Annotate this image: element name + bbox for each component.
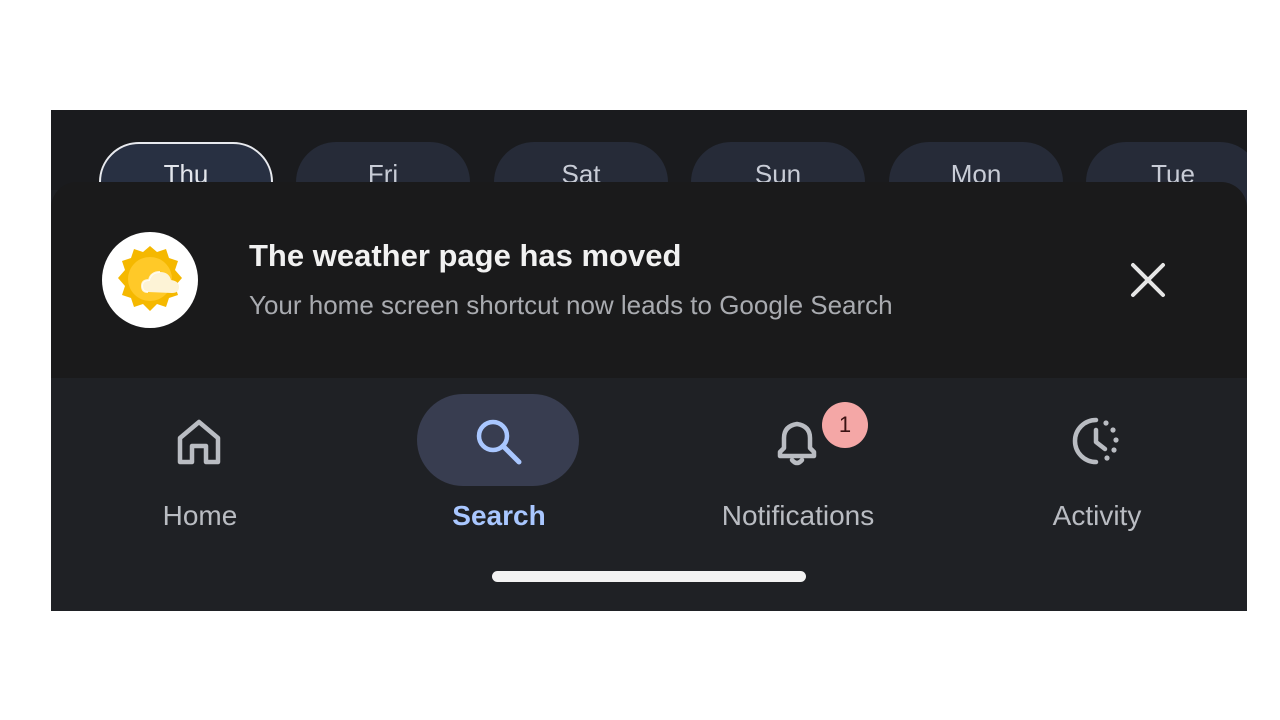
search-icon	[476, 419, 522, 465]
close-button[interactable]	[1122, 254, 1174, 306]
banner-subtitle: Your home screen shortcut now leads to G…	[249, 290, 893, 320]
nav-activity-label: Activity	[1052, 500, 1142, 531]
gesture-home-indicator[interactable]	[492, 571, 806, 582]
nav-search-label: Search	[452, 500, 546, 531]
weather-sun-cloud-icon	[118, 246, 182, 311]
nav-notifications-label: Notifications	[721, 500, 875, 531]
moved-notice-banner: The weather page has moved Your home scr…	[51, 182, 1247, 378]
notification-badge: 1	[822, 402, 868, 448]
activity-clock-icon	[1072, 417, 1119, 465]
bell-icon	[777, 421, 817, 466]
close-icon	[1131, 263, 1165, 297]
nav-search[interactable]: Search	[379, 394, 619, 544]
nav-notifications[interactable]: 1 Notifications	[678, 394, 918, 544]
nav-home[interactable]: Home	[80, 394, 320, 544]
bottom-navigation: Home Search 1 Notifications Activity	[51, 378, 1247, 611]
weather-logo	[102, 232, 198, 328]
nav-home-label: Home	[162, 500, 238, 531]
day-selector: Thu Fri Sat Sun Mon Tue	[51, 110, 1247, 222]
banner-title: The weather page has moved	[249, 238, 682, 273]
home-icon	[177, 419, 221, 465]
nav-activity[interactable]: Activity	[977, 394, 1217, 544]
app-screen: Thu Fri Sat Sun Mon Tue The weather page…	[51, 110, 1247, 611]
